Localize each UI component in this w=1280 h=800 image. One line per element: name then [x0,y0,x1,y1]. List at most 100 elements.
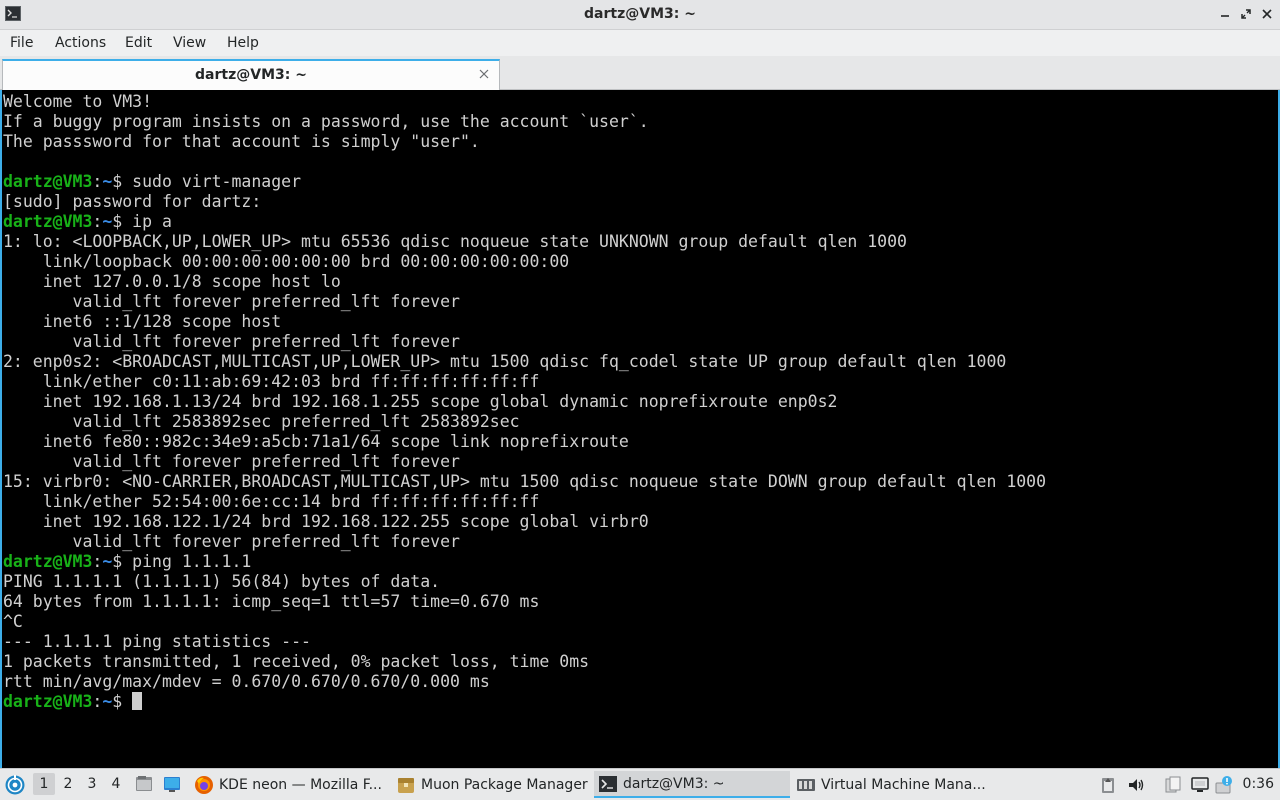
window-title: dartz@VM3: ~ [584,6,696,22]
task-label: KDE neon — Mozilla F... [219,776,382,793]
output-text: rtt min/avg/max/mdev = 0.670/0.670/0.670… [3,672,490,691]
desktop-screen: dartz@VM3: ~ File Actions Edit View Help… [0,0,1280,800]
restore-icon [1241,9,1251,19]
output-text: The passsword for that account is simply… [3,132,480,151]
tray-clipboard[interactable] [1098,775,1118,795]
show-desktop-icon [164,777,180,792]
task-firefox[interactable]: KDE neon — Mozilla F... [190,771,390,798]
tab-terminal-session[interactable]: dartz@VM3: ~ [2,59,500,90]
terminal-line: valid_lft forever preferred_lft forever [3,452,1046,472]
prompt-symbol: $ [112,692,133,711]
kde-neon-logo-icon [5,775,25,795]
terminal-line: The passsword for that account is simply… [3,132,1046,152]
tray-volume[interactable] [1126,775,1146,795]
terminal-line: inet6 ::1/128 scope host [3,312,1046,332]
prompt-path: ~ [102,212,113,231]
terminal-line: 1: lo: <LOOPBACK,UP,LOWER_UP> mtu 65536 … [3,232,1046,252]
terminal-line: inet 127.0.0.1/8 scope host lo [3,272,1046,292]
window-titlebar[interactable]: dartz@VM3: ~ [0,0,1280,30]
task-label: Virtual Machine Mana... [821,776,986,793]
output-text: inet6 ::1/128 scope host [3,312,282,331]
output-text: --- 1.1.1.1 ping statistics --- [3,632,311,651]
prompt-symbol: $ [112,172,133,191]
prompt-symbol: $ [112,552,133,571]
tray-network[interactable] [1190,775,1210,795]
minimize-button[interactable] [1217,6,1233,22]
output-text: 64 bytes from 1.1.1.1: icmp_seq=1 ttl=57… [3,592,540,611]
terminal-line: link/ether 52:54:00:6e:cc:14 brd ff:ff:f… [3,492,1046,512]
output-text: link/ether c0:11:ab:69:42:03 brd ff:ff:f… [3,372,540,391]
terminal-line: 64 bytes from 1.1.1.1: icmp_seq=1 ttl=57… [3,592,1046,612]
terminal-line: inet 192.168.122.1/24 brd 192.168.122.25… [3,512,1046,532]
output-text: 2: enp0s2: <BROADCAST,MULTICAST,UP,LOWER… [3,352,1007,371]
terminal-view[interactable]: Welcome to VM3! If a buggy program insist… [0,90,1280,768]
terminal-line: 2: enp0s2: <BROADCAST,MULTICAST,UP,LOWER… [3,352,1046,372]
terminal-line: inet6 fe80::982c:34e9:a5cb:71a1/64 scope… [3,432,1046,452]
output-text: inet 192.168.122.1/24 brd 192.168.122.25… [3,512,649,531]
terminal-line: valid_lft forever preferred_lft forever [3,532,1046,552]
desktop-switch-2[interactable]: 2 [57,773,79,795]
maximize-button[interactable] [1238,6,1254,22]
menu-actions[interactable]: Actions [55,35,106,51]
terminal-line: inet 192.168.1.13/24 brd 192.168.1.255 s… [3,392,1046,412]
prompt-user-host: dartz@VM3 [3,212,93,231]
menu-edit[interactable]: Edit [125,35,152,51]
terminal-cursor [132,692,143,710]
folder-icon [136,776,152,791]
desktop-switch-3[interactable]: 3 [81,773,103,795]
menu-file[interactable]: File [10,35,33,51]
close-window-button[interactable] [1259,6,1275,22]
files-icon [1165,776,1181,793]
output-text: ^C [3,612,23,631]
quicklaunch-show-desktop[interactable] [162,774,182,794]
clipboard-icon [1102,778,1114,793]
terminal-prompt-line: dartz@VM3:~$ ip a [3,212,1046,232]
desktop-switch-1[interactable]: 1 [33,773,55,795]
application-launcher-button[interactable] [4,774,26,796]
speaker-icon [1129,779,1144,791]
tab-bar: dartz@VM3: ~ [0,56,1280,90]
task-muon-package-manager[interactable]: Muon Package Manager [392,771,592,798]
clock[interactable]: 0:36 [1243,776,1274,792]
prompt-path: ~ [102,692,113,711]
output-text: 1: lo: <LOOPBACK,UP,LOWER_UP> mtu 65536 … [3,232,907,251]
close-tab-icon [479,69,489,79]
terminal-icon [599,775,617,792]
tab-close-button[interactable] [477,67,491,81]
output-text: link/ether 52:54:00:6e:cc:14 brd ff:ff:f… [3,492,540,511]
output-text: valid_lft forever preferred_lft forever [3,332,460,351]
task-terminal[interactable]: dartz@VM3: ~ [594,771,790,798]
terminal-line: link/loopback 00:00:00:00:00:00 brd 00:0… [3,252,1046,272]
prompt-user-host: dartz@VM3 [3,172,93,191]
quicklaunch-file-manager[interactable] [134,774,154,794]
output-text: valid_lft forever preferred_lft forever [3,292,460,311]
close-icon [1262,9,1272,19]
terminal-line: Welcome to VM3! [3,92,1046,112]
prompt-separator: : [92,212,103,231]
network-icon [1191,777,1209,792]
terminal-line: If a buggy program insists on a password… [3,112,1046,132]
tray-updates[interactable] [1214,775,1234,795]
minimize-icon [1221,15,1229,17]
terminal-prompt-line: dartz@VM3:~$ ping 1.1.1.1 [3,552,1046,572]
tray-files[interactable] [1163,775,1183,795]
output-text: valid_lft forever preferred_lft forever [3,452,460,471]
desktop-switch-4[interactable]: 4 [105,773,127,795]
menu-help[interactable]: Help [227,35,259,51]
terminal-line: rtt min/avg/max/mdev = 0.670/0.670/0.670… [3,672,1046,692]
output-text: [sudo] password for dartz: [3,192,262,211]
output-text: valid_lft forever preferred_lft forever [3,532,460,551]
terminal-line: PING 1.1.1.1 (1.1.1.1) 56(84) bytes of d… [3,572,1046,592]
terminal-line: valid_lft forever preferred_lft forever [3,332,1046,352]
terminal-prompt-line: dartz@VM3:~$ sudo virt-manager [3,172,1046,192]
tab-label: dartz@VM3: ~ [195,67,307,83]
prompt-separator: : [92,692,103,711]
output-text: Welcome to VM3! [3,92,153,111]
taskbar: 1 2 3 4 KDE neon — Mozilla F... Muon Pac… [0,768,1280,800]
menu-view[interactable]: View [173,35,206,51]
task-virtual-machine-manager[interactable]: Virtual Machine Mana... [792,771,992,798]
terminal-line: valid_lft 2583892sec preferred_lft 25838… [3,412,1046,432]
output-text: inet 192.168.1.13/24 brd 192.168.1.255 s… [3,392,838,411]
terminal-line: ^C [3,612,1046,632]
